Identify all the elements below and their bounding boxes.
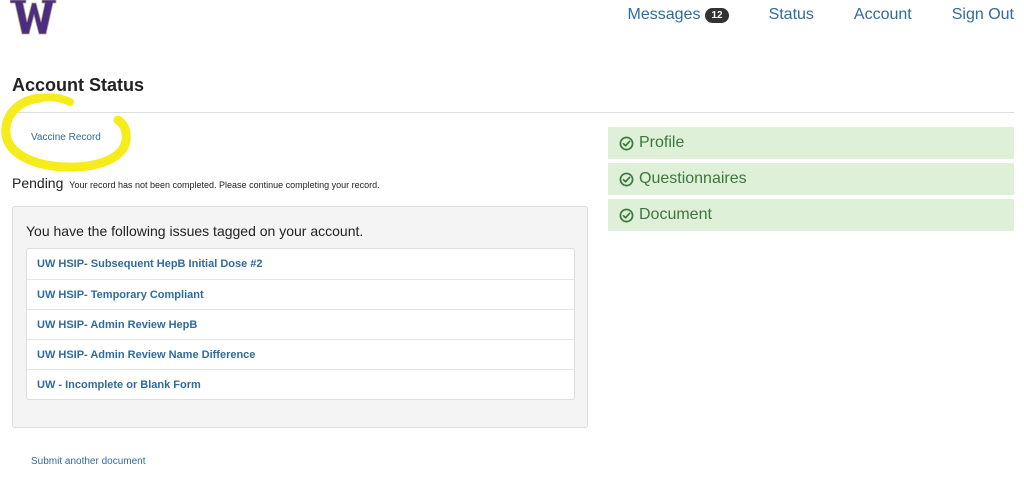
- top-nav: Messages 12 Status Account Sign Out: [588, 0, 1024, 30]
- status-item-label: Document: [639, 206, 712, 223]
- pending-status: Pending Your record has not been complet…: [12, 175, 380, 191]
- title-divider: [12, 112, 1014, 113]
- status-checklist: Profile Questionnaires Document: [608, 127, 1014, 235]
- pending-label: Pending: [12, 175, 64, 191]
- issues-panel: You have the following issues tagged on …: [12, 206, 588, 428]
- pending-message: Your record has not been completed. Plea…: [69, 180, 380, 190]
- status-item-profile[interactable]: Profile: [608, 127, 1014, 159]
- issue-item[interactable]: UW HSIP- Temporary Compliant: [27, 279, 574, 309]
- page-title: Account Status: [12, 75, 145, 95]
- check-circle-icon: [619, 208, 634, 222]
- nav-messages-label: Messages: [627, 6, 701, 23]
- issues-heading: You have the following issues tagged on …: [26, 223, 364, 239]
- issue-item[interactable]: UW - Incomplete or Blank Form: [27, 369, 574, 399]
- nav-signout-link[interactable]: Sign Out: [952, 6, 1014, 24]
- vaccine-record-link[interactable]: Vaccine Record: [31, 132, 101, 143]
- nav-messages-link[interactable]: Messages 12: [628, 6, 729, 24]
- check-circle-icon: [619, 172, 634, 186]
- issue-item[interactable]: UW HSIP- Subsequent HepB Initial Dose #2: [27, 249, 574, 279]
- nav-account-link[interactable]: Account: [854, 6, 912, 24]
- status-item-label: Profile: [639, 134, 685, 151]
- check-circle-icon: [619, 136, 634, 150]
- submit-another-document-link[interactable]: Submit another document: [31, 456, 146, 467]
- uw-logo[interactable]: [10, 0, 58, 36]
- nav-status-link[interactable]: Status: [769, 6, 814, 24]
- messages-count-badge: 12: [705, 7, 729, 23]
- issue-item[interactable]: UW HSIP- Admin Review Name Difference: [27, 339, 574, 369]
- issues-list: UW HSIP- Subsequent HepB Initial Dose #2…: [26, 248, 575, 400]
- status-item-document[interactable]: Document: [608, 199, 1014, 231]
- status-item-label: Questionnaires: [639, 170, 747, 187]
- status-item-questionnaires[interactable]: Questionnaires: [608, 163, 1014, 195]
- issue-item[interactable]: UW HSIP- Admin Review HepB: [27, 309, 574, 339]
